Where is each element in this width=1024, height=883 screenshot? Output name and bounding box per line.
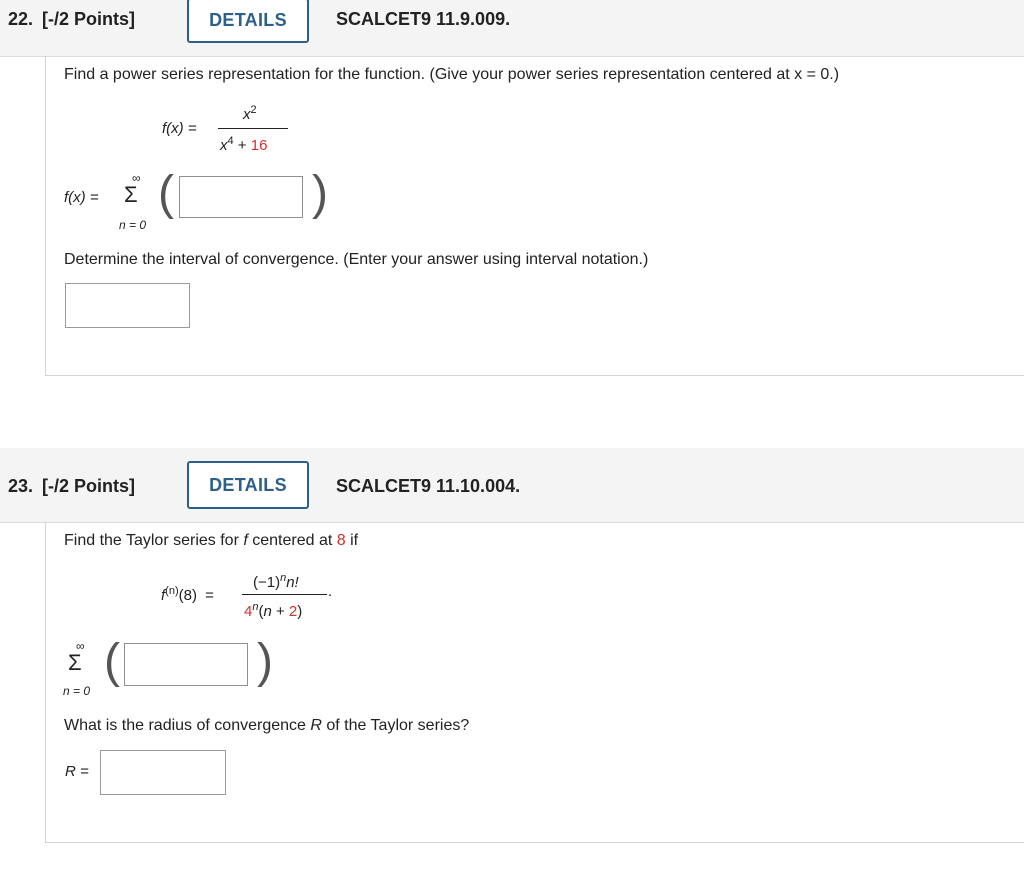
sum-lower-limit-text: n = 0 xyxy=(119,218,147,232)
fx-label: f(x) = xyxy=(162,120,197,137)
interval-input[interactable] xyxy=(65,283,190,328)
denominator-two: 2 xyxy=(288,603,298,620)
numerator: x2 xyxy=(243,104,257,123)
question-number: 23. xyxy=(8,476,34,496)
taylor-prompt-post: if xyxy=(345,532,359,549)
radius-prompt-pre: What is the radius of convergence xyxy=(64,717,311,734)
taylor-series-input[interactable] xyxy=(124,643,248,686)
lhs-arg: (8) xyxy=(179,587,197,604)
denominator: x4 + 16 xyxy=(220,135,267,154)
denominator-close: ) xyxy=(297,603,303,620)
fraction-period: . xyxy=(328,583,333,600)
denominator-n: n xyxy=(263,603,272,620)
sum-lower-limit: n = 0 xyxy=(119,218,146,232)
sum-lower-limit: n = 0 xyxy=(63,684,90,698)
radius-prompt-R: R xyxy=(310,717,322,734)
left-paren-icon: ( xyxy=(158,167,174,220)
sum-function-label: f(x) = xyxy=(64,189,99,206)
question-prompt: Find a power series representation for t… xyxy=(64,66,840,83)
derivative-lhs: f(n)(8) = xyxy=(161,585,214,604)
lhs-exponent: (n) xyxy=(165,585,179,597)
assignment-code: SCALCET9 11.9.009. xyxy=(336,9,511,29)
right-paren-icon: ) xyxy=(257,635,273,688)
details-button-label: DETAILS xyxy=(209,474,287,495)
sum-fx-label: f(x) = xyxy=(64,189,99,206)
denominator-exponent: 4 xyxy=(227,135,234,147)
denominator-plus: + xyxy=(271,603,289,620)
lhs-arg-text: (8) xyxy=(178,587,197,604)
interval-prompt: Determine the interval of convergence. (… xyxy=(64,251,649,268)
taylor-center-value: 8 xyxy=(336,532,346,549)
fraction-bar xyxy=(242,594,327,595)
sigma-icon: Σ xyxy=(124,182,138,207)
numerator-base: x xyxy=(243,106,251,123)
sum-lower-limit-text: n = 0 xyxy=(63,684,91,698)
denominator-constant: 16 xyxy=(250,137,268,154)
numerator-exponent: 2 xyxy=(250,104,257,116)
derivative-numerator: (−1)nn! xyxy=(253,572,299,591)
numerator-factorial: n! xyxy=(286,574,299,591)
question-22-header xyxy=(0,0,1024,57)
radius-label-text: R = xyxy=(65,763,89,780)
right-paren-icon: ) xyxy=(312,167,328,220)
taylor-prompt-pre: Find the Taylor series for xyxy=(64,532,244,549)
lhs-equals: = xyxy=(205,587,214,604)
denominator-plus: + xyxy=(237,137,247,154)
taylor-prompt-mid: centered at xyxy=(247,532,337,549)
radius-input[interactable] xyxy=(100,750,226,795)
question-22-number: 22. [-/2 Points] xyxy=(8,9,135,30)
radius-prompt: What is the radius of convergence R of t… xyxy=(64,717,469,735)
left-paren-icon: ( xyxy=(104,635,120,688)
radius-prompt-post: of the Taylor series? xyxy=(321,717,470,734)
radius-label: R = xyxy=(65,763,89,780)
taylor-prompt: Find the Taylor series for f centered at… xyxy=(64,532,358,550)
numerator-sign: (−1) xyxy=(253,574,281,591)
derivative-denominator: 4n(n + 2) xyxy=(244,601,302,620)
question-points: [-/2 Points] xyxy=(42,9,136,29)
question-number: 22. xyxy=(8,9,34,29)
fraction-bar xyxy=(218,128,288,129)
question-23-number: 23. [-/2 Points] xyxy=(8,476,135,497)
sigma-icon: Σ xyxy=(68,650,82,675)
details-button[interactable]: DETAILS xyxy=(187,0,309,43)
power-series-input[interactable] xyxy=(179,176,303,218)
details-button[interactable]: DETAILS xyxy=(187,461,309,509)
details-button-label: DETAILS xyxy=(209,10,287,30)
question-points: [-/2 Points] xyxy=(42,476,136,496)
denominator-base: x xyxy=(220,137,228,154)
function-label: f(x) = xyxy=(162,120,197,137)
assignment-code: SCALCET9 11.10.004. xyxy=(336,476,521,496)
